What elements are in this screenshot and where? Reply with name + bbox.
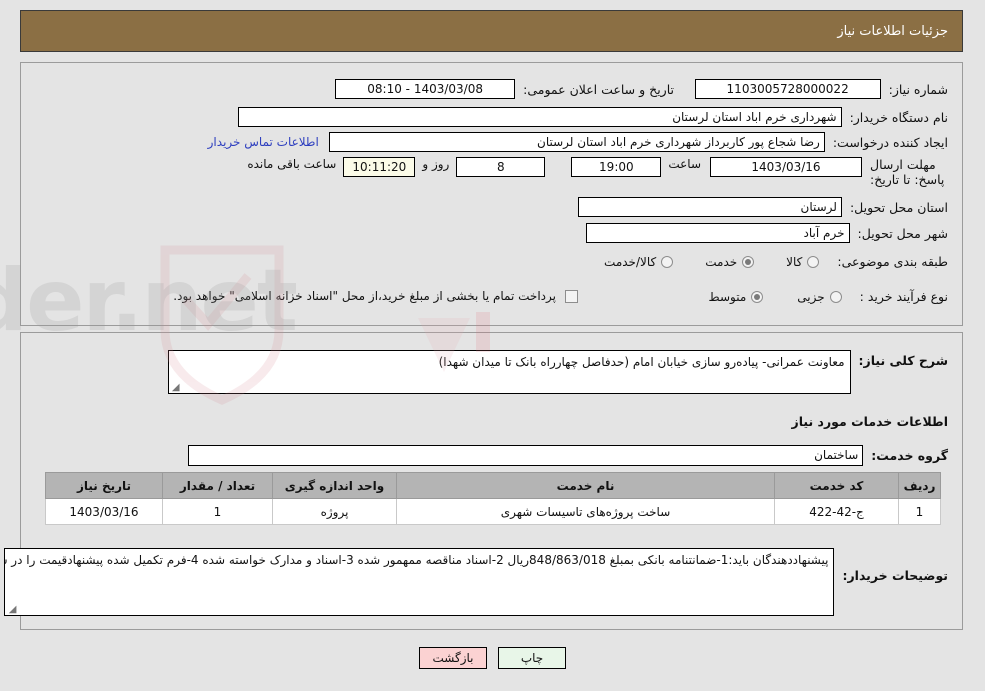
field-treasury-note: پرداخت تمام یا بخشی از مبلغ خرید،از محل … [173,289,578,303]
category-label-1: خدمت [705,254,738,269]
category-radio-group[interactable]: کالا خدمت کالا/خدمت [602,254,820,269]
need-number-label: شماره نیاز: [888,81,948,97]
print-button[interactable]: چاپ [498,647,566,669]
process-option-1[interactable]: متوسط [707,290,764,304]
countdown-label: ساعت باقی مانده [247,157,337,171]
category-radio-1[interactable] [742,255,755,268]
treasury-checkbox[interactable] [565,289,578,303]
requester-label: ایجاد کننده درخواست: [832,134,948,150]
province-label: استان محل تحویل: [849,199,948,215]
field-requester: ایجاد کننده درخواست: رضا شجاع پور کاربرد… [208,132,948,152]
need-description-textarea[interactable]: معاونت عمرانی- پیاده‌رو سازی خیابان امام… [167,350,851,394]
category-option-2[interactable]: کالا/خدمت [602,254,674,269]
field-province: استان محل تحویل: لرستان [577,197,948,217]
buyer-contact-link[interactable]: اطلاعات تماس خریدار [208,135,319,149]
buyer-org-value: شهرداری خرم اباد استان لرستان [237,107,842,127]
days-remaining-label: روز و [422,157,450,171]
field-buyer-org: نام دستگاه خریدار: شهرداری خرم اباد استا… [237,107,948,127]
table-column-header-4: تعداد / مقدار [162,472,273,499]
table-cell-1: ج-42-422 [774,498,899,525]
field-category: طبقه بندی موضوعی: کالا خدمت کالا/خدمت [602,254,948,269]
category-label-2: کالا/خدمت [604,254,657,269]
buyer-notes-value: پیشنهاددهندگان باید:1-ضمانتنامه بانکی بم… [5,553,829,567]
table-cell-3: پروژه [272,498,397,525]
field-process-type: نوع فرآیند خرید : جزیی متوسط [707,289,948,304]
category-label: طبقه بندی موضوعی: [837,254,948,269]
summary-panel: شماره نیاز: 1103005728000022 تاریخ و ساع… [20,62,963,326]
category-radio-0[interactable] [807,255,820,268]
table-cell-2: ساخت پروژه‌های تاسیسات شهری [396,498,775,525]
services-section-title: اطلاعات خدمات مورد نیاز [791,414,949,429]
buyer-org-label: نام دستگاه خریدار: [849,109,948,125]
field-buyer-notes: توضیحات خریدار: پیشنهاددهندگان باید:1-ضم… [4,548,948,616]
services-section-heading: اطلاعات خدمات مورد نیاز [792,414,949,429]
process-label-0: جزیی [797,289,825,304]
service-group-value: ساختمان [188,445,864,466]
service-items-table: ردیف کد خدمت نام خدمت واحد اندازه گیری تعداد… [45,472,941,525]
buyer-notes-label: توضیحات خریدار: [842,568,948,583]
service-group-label: گروه خدمت: [871,448,948,463]
province-value: لرستان [577,197,842,217]
process-radio-0[interactable] [829,290,842,303]
table-column-header-0: ردیف [898,472,941,499]
process-label-1: متوسط [708,289,747,304]
requester-value: رضا شجاع پور کاربرداز شهرداری خرم اباد ا… [328,132,825,152]
field-need-number: شماره نیاز: 1103005728000022 [694,79,948,99]
page-title-bar: جزئیات اطلاعات نیاز [20,10,963,52]
page-title: جزئیات اطلاعات نیاز [837,23,948,39]
field-announce-datetime: تاریخ و ساعت اعلان عمومی: 1403/03/08 - 0… [335,79,674,99]
table-column-header-2: نام خدمت [396,472,775,499]
table-row: 1 ج-42-422 ساخت پروژه‌های تاسیسات شهری پروژ… [45,498,941,525]
table-header-row: ردیف کد خدمت نام خدمت واحد اندازه گیری تعداد… [45,472,941,499]
table-column-header-1: کد خدمت [774,472,899,499]
resize-grip-icon[interactable]: ◢ [7,605,17,615]
need-description-value: معاونت عمرانی- پیاده‌رو سازی خیابان امام… [438,355,845,369]
treasury-note-text: پرداخت تمام یا بخشی از مبلغ خرید،از محل … [173,289,556,303]
process-option-0[interactable]: جزیی [795,289,842,304]
deadline-label: مهلت ارسال پاسخ: تا تاریخ: [870,157,945,187]
days-remaining-value: 8 [456,157,546,177]
announce-datetime-value: 1403/03/08 - 08:10 [335,79,516,99]
table-cell-5: 1403/03/16 [45,498,163,525]
need-number-value: 1103005728000022 [694,79,881,99]
deadline-time-label: ساعت [668,157,701,171]
countdown-value: 10:11:20 [343,157,416,177]
deadline-date-value: 1403/03/16 [710,157,862,177]
table-cell-0: 1 [898,498,941,525]
category-radio-2[interactable] [661,255,674,268]
category-option-0[interactable]: کالا [784,254,820,269]
need-info-panel: شرح کلی نیاز: معاونت عمرانی- پیاده‌رو سا… [20,332,963,468]
process-label: نوع فرآیند خرید : [859,289,948,304]
resize-grip-icon[interactable]: ◢ [171,383,180,393]
category-label-0: کالا [786,254,803,269]
announce-datetime-label: تاریخ و ساعت اعلان عمومی: [523,81,674,97]
back-button[interactable]: بازگشت [419,647,487,669]
table-column-header-5: تاریخ نیاز [45,472,163,499]
buyer-notes-textarea[interactable]: پیشنهاددهندگان باید:1-ضمانتنامه بانکی بم… [4,548,835,616]
field-service-group: گروه خدمت: ساختمان [188,445,948,466]
field-need-description: شرح کلی نیاز: معاونت عمرانی- پیاده‌رو سا… [167,350,948,394]
need-description-label: شرح کلی نیاز: [858,353,948,368]
process-radio-group[interactable]: جزیی متوسط [707,290,842,304]
field-deadline: مهلت ارسال پاسخ: تا تاریخ: 1403/03/16 سا… [247,157,948,187]
deadline-time-value: 19:00 [571,157,662,177]
process-radio-1[interactable] [751,290,764,303]
table-cell-4: 1 [162,498,273,525]
table-column-header-3: واحد اندازه گیری [272,472,397,499]
action-button-row: بازگشت چاپ [0,647,985,669]
city-label: شهر محل تحویل: [857,225,948,241]
field-city: شهر محل تحویل: خرم آباد [585,223,948,243]
category-option-1[interactable]: خدمت [703,254,755,269]
city-value: خرم آباد [585,223,850,243]
